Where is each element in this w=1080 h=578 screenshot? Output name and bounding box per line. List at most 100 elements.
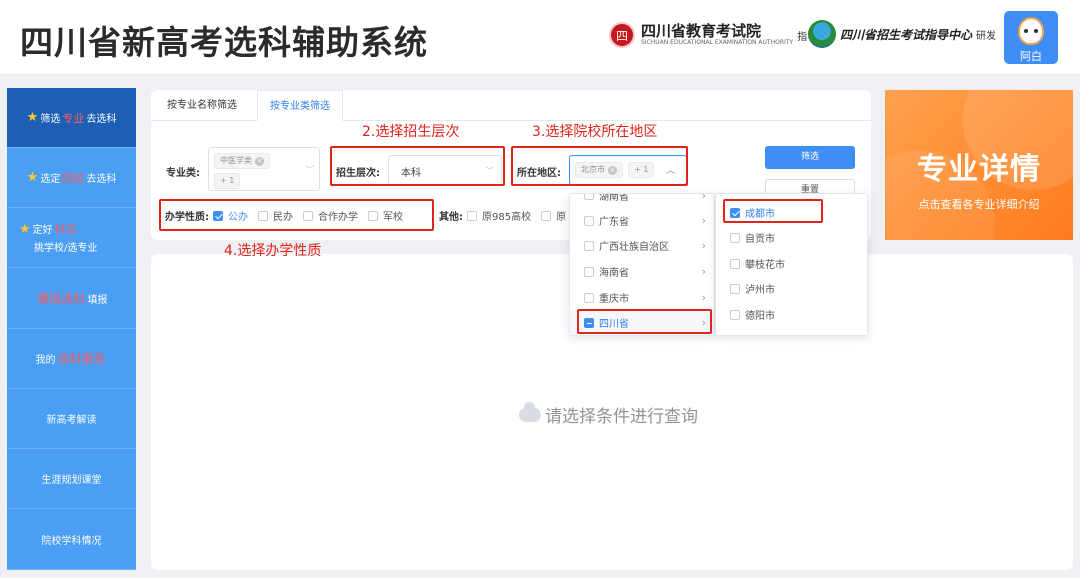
province-item-hainan[interactable]: 海南省 ›: [570, 259, 714, 284]
filter-button[interactable]: 筛选: [765, 146, 855, 169]
sidebar-item-label: 生涯规划课堂: [41, 475, 102, 486]
annotation-step2: 2.选择招生层次: [362, 124, 460, 140]
sidebar-item-career[interactable]: 生涯规划课堂: [7, 449, 136, 509]
province-label: 广东省: [599, 217, 629, 228]
city-item-zigong[interactable]: 自贡市: [716, 225, 867, 250]
annotation-step4: 4.选择办学性质: [224, 243, 322, 259]
checkbox[interactable]: [584, 240, 594, 251]
star-icon: ★: [26, 110, 39, 125]
province-label: 海南省: [599, 268, 629, 279]
major-type-select[interactable]: 中医学类 × + 1 ﹀: [208, 147, 320, 191]
user-avatar[interactable]: 阿白: [1004, 11, 1058, 64]
major-tag-label: 中医学类: [220, 156, 252, 165]
promo-title: 专业详情: [917, 152, 1041, 187]
other-option-985[interactable]: 原985高校: [482, 208, 531, 223]
empty-state: 请选择条件进行查询: [519, 401, 698, 427]
city-label: 攀枝花市: [745, 260, 785, 271]
other-option-2[interactable]: 原: [556, 208, 566, 223]
checkbox[interactable]: [730, 283, 740, 294]
sidebar-item-label: 定好: [32, 225, 53, 236]
sidebar-item-label: 去选科: [86, 114, 117, 125]
province-label: 广西壮族自治区: [599, 242, 669, 253]
province-item-guangxi[interactable]: 广西壮族自治区 ›: [570, 233, 714, 258]
avatar-icon: [1018, 17, 1044, 45]
sidebar-item-college-subjects[interactable]: 院校学科情况: [7, 509, 136, 570]
chevron-right-icon: ›: [701, 214, 706, 227]
other-label: 其他:: [439, 212, 463, 223]
annotation-step3: 3.选择院校所在地区: [532, 124, 658, 140]
develop-label: 研发: [976, 30, 997, 42]
tab-by-major-name[interactable]: 按专业名称筛选: [155, 90, 249, 121]
annotation-box-level: [330, 146, 505, 186]
province-item-guangdong[interactable]: 广东省 ›: [570, 208, 714, 233]
sidebar-item-label: 新高考解读: [46, 415, 97, 426]
checkbox-985[interactable]: [467, 210, 477, 221]
city-label: 德阳市: [745, 311, 775, 322]
city-label: 自贡市: [745, 234, 775, 245]
chevron-right-icon: ›: [701, 239, 706, 252]
sidebar-item-interpretation[interactable]: 新高考解读: [7, 389, 136, 449]
checkbox[interactable]: [730, 258, 740, 269]
sidebar-item-highlight: 院校: [62, 171, 85, 185]
star-icon: ★: [26, 170, 39, 185]
sidebar-item-filter-major[interactable]: ★ 筛选 专业 去选科: [7, 88, 136, 148]
sidebar-item-label: 填报: [87, 294, 108, 306]
sidebar-item-simulate[interactable]: 模拟选科 填报: [7, 268, 136, 329]
checkbox[interactable]: [584, 292, 594, 303]
exam-authority-logo-icon: 四: [609, 22, 635, 48]
guidance-center-name: 四川省招生考试指导中心: [840, 27, 973, 42]
sidebar-item-highlight: 模拟选科: [37, 291, 86, 306]
sidebar-item-label: 挑学校/选专业: [34, 243, 98, 254]
province-label: 湖南省: [599, 193, 629, 202]
sidebar-item-label: 我的: [35, 355, 56, 366]
chevron-right-icon: ›: [701, 291, 706, 304]
exam-authority-brand: 四 四川省教育考试院 SICHUAN EDUCATIONAL EXAMINATI…: [609, 22, 817, 48]
sidebar-item-label: 选定: [40, 174, 61, 185]
chevron-right-icon: ›: [701, 193, 706, 202]
checkbox[interactable]: [584, 194, 594, 200]
annotation-box-region: [511, 146, 688, 186]
chevron-right-icon: ›: [701, 265, 706, 278]
user-name: 阿白: [1020, 50, 1042, 63]
close-icon[interactable]: ×: [255, 157, 264, 166]
checkbox[interactable]: [730, 232, 740, 243]
empty-state-text: 请选择条件进行查询: [545, 407, 698, 427]
province-item-chongqing[interactable]: 重庆市 ›: [570, 285, 714, 310]
sidebar-item-label: 筛选: [40, 114, 61, 125]
sidebar: ★ 筛选 专业 去选科 ★ 选定 院校 去选科 ★ 定好 科目 挑学校/选专业 模拟…: [7, 88, 136, 570]
star-icon: ★: [19, 222, 31, 237]
city-item-deyang[interactable]: 德阳市: [716, 302, 867, 327]
sidebar-item-label: 院校学科情况: [41, 535, 102, 547]
annotation-box-sichuan: [577, 309, 712, 334]
sidebar-item-subjects[interactable]: ★ 定好 科目 挑学校/选专业: [7, 208, 136, 268]
major-tag: 中医学类 ×: [214, 153, 270, 169]
city-label: 泸州市: [745, 285, 775, 296]
checkbox[interactable]: [584, 266, 594, 277]
province-item-hunan[interactable]: 湖南省 ›: [570, 193, 714, 202]
header: 四川省新高考选科辅助系统 四 四川省教育考试院 SICHUAN EDUCATIO…: [0, 0, 1080, 75]
guidance-center-brand: 四川省招生考试指导中心 研发: [808, 20, 996, 48]
major-more-tag: + 1: [214, 173, 241, 189]
checkbox-other[interactable]: [541, 210, 552, 221]
sidebar-item-highlight: 专业: [62, 111, 85, 125]
tab-by-major-category[interactable]: 按专业类筛选: [257, 90, 343, 121]
promo-subtitle: 点击查看各专业详细介绍: [918, 198, 1040, 211]
city-item-panzhihua[interactable]: 攀枝花市: [716, 251, 867, 276]
cloud-icon: [519, 401, 541, 422]
guidance-center-logo-icon: [808, 20, 836, 48]
filter-tabs: 按专业名称筛选 按专业类筛选: [151, 90, 871, 121]
sidebar-item-highlight: 科目: [54, 223, 77, 236]
major-detail-banner[interactable]: 专业详情 点击查看各专业详细介绍: [885, 90, 1073, 240]
chevron-down-icon: ﹀: [305, 166, 315, 176]
exam-authority-name: 四川省教育考试院: [641, 22, 762, 40]
sidebar-item-report[interactable]: 我的 选科报告: [7, 329, 136, 389]
sidebar-item-label: 去选科: [86, 174, 117, 185]
sidebar-item-select-college[interactable]: ★ 选定 院校 去选科: [7, 148, 136, 208]
checkbox[interactable]: [584, 215, 594, 226]
sidebar-item-highlight: 选科报告: [57, 352, 106, 366]
checkbox[interactable]: [730, 309, 740, 320]
other-row: 其他: 原985高校 原: [439, 208, 576, 223]
exam-authority-en-name: SICHUAN EDUCATIONAL EXAMINATION AUTHORIT…: [641, 39, 794, 46]
annotation-box-nature: [159, 199, 434, 231]
city-item-luzhou[interactable]: 泸州市: [716, 276, 867, 301]
